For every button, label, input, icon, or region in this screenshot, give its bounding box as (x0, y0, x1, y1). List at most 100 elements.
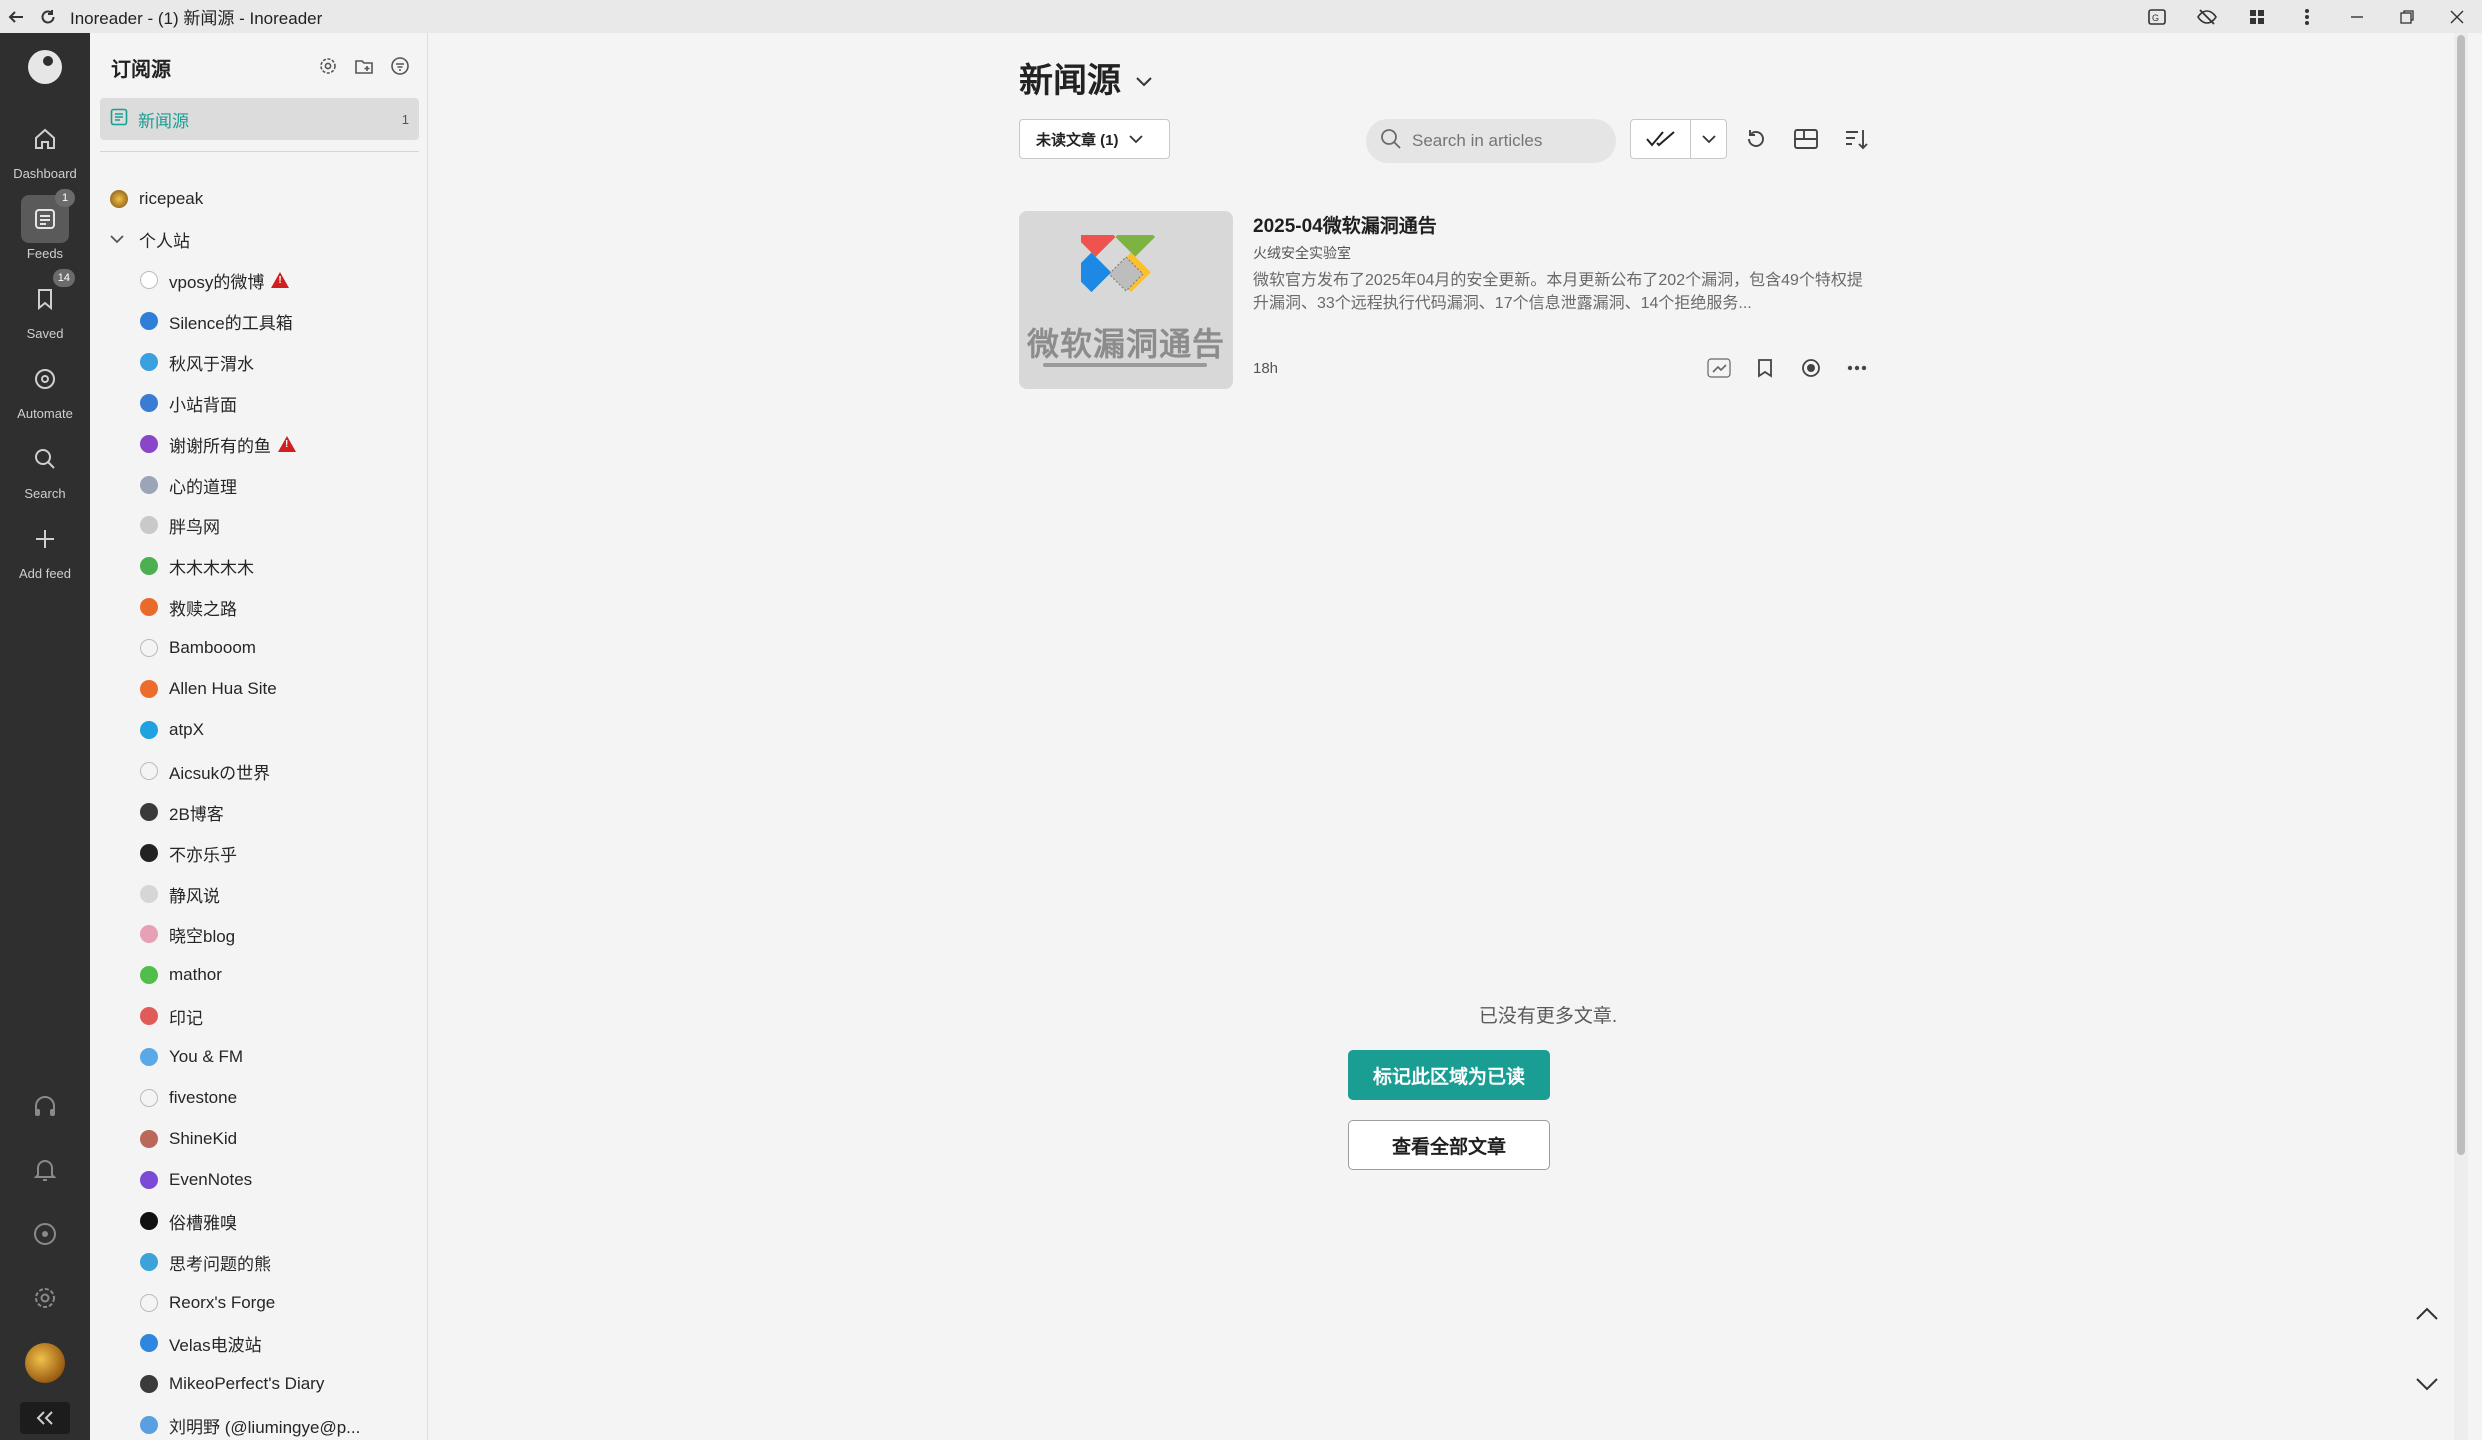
filter-icon[interactable] (387, 53, 413, 79)
close-icon[interactable] (2432, 0, 2482, 33)
chevron-down-icon[interactable] (1135, 58, 1153, 97)
sidebar-feed-item[interactable]: 俗槽雅嗅 (90, 1201, 428, 1241)
sidebar-feed-item[interactable]: ShineKid (90, 1119, 428, 1159)
chevron-down-icon[interactable] (110, 234, 128, 244)
more-vertical-icon[interactable] (2282, 0, 2332, 33)
mark-section-read-button[interactable]: 标记此区域为已读 (1348, 1050, 1550, 1100)
settings-icon[interactable] (315, 53, 341, 79)
sidebar-feed-item[interactable]: 静风说 (90, 874, 428, 914)
bookmark-icon[interactable] (1747, 353, 1783, 383)
sidebar-feed-item[interactable]: vposy的微博 (90, 260, 428, 300)
rail-label: Dashboard (13, 166, 77, 181)
sidebar-feed-item[interactable]: 秋风于渭水 (90, 342, 428, 382)
bookmark-icon: 14 (21, 269, 75, 323)
scrollbar-thumb[interactable] (2457, 35, 2465, 1155)
avatar[interactable] (25, 1343, 65, 1383)
view-layout-icon[interactable] (1786, 119, 1826, 159)
rail-label: Automate (17, 406, 73, 421)
sidebar-feed-item[interactable]: Aicsukの世界 (90, 751, 428, 791)
divider (100, 151, 419, 152)
reload-icon[interactable] (32, 0, 64, 33)
sidebar-feed-item[interactable]: mathor (90, 955, 428, 995)
sidebar-feed-item[interactable]: 救赎之路 (90, 587, 428, 627)
rail-dashboard[interactable]: Dashboard (0, 115, 90, 181)
sidebar-feed-item[interactable]: 木木木木木 (90, 546, 428, 586)
feed-name: 救赎之路 (169, 599, 237, 619)
article-title[interactable]: 2025-04微软漏洞通告 (1253, 211, 1437, 238)
sidebar-feed-item[interactable]: Allen Hua Site (90, 669, 428, 709)
headphones-icon[interactable] (0, 1093, 90, 1119)
sidebar-feed-item[interactable]: EvenNotes (90, 1160, 428, 1200)
refresh-icon[interactable] (1736, 119, 1776, 159)
sidebar-feed-item[interactable]: 心的道理 (90, 465, 428, 505)
sidebar-feed-item[interactable]: 小站背面 (90, 383, 428, 423)
feed-name: 2B博客 (169, 804, 224, 824)
article-thumbnail[interactable]: 微软漏洞通告 (1019, 211, 1233, 389)
back-icon[interactable] (0, 0, 32, 33)
article-search[interactable] (1366, 119, 1616, 163)
view-all-articles-button[interactable]: 查看全部文章 (1348, 1120, 1550, 1170)
sidebar-feed-item[interactable]: 思考问题的熊 (90, 1242, 428, 1282)
sidebar-feed-item[interactable]: atpX (90, 710, 428, 750)
collapse-sidebar-button[interactable] (20, 1402, 70, 1434)
sidebar-feed-item[interactable]: Silence的工具箱 (90, 301, 428, 341)
sidebar-feed-item[interactable]: Velas电波站 (90, 1323, 428, 1363)
sidebar-feed-item[interactable]: 刘明野 (@liumingye@p... (90, 1405, 428, 1440)
feed-name: You & FM (169, 1047, 244, 1066)
sidebar-feed-item[interactable]: Reorx's Forge (90, 1283, 428, 1323)
sort-icon[interactable] (1836, 119, 1876, 159)
search-input[interactable] (1412, 131, 1592, 151)
sidebar-feed-item[interactable]: You & FM (90, 1037, 428, 1077)
translate-icon[interactable]: G (2132, 0, 2182, 33)
feed-name: 静风说 (169, 886, 220, 906)
sidebar-feed-item[interactable]: 谢谢所有的鱼 (90, 424, 428, 464)
bell-icon[interactable] (0, 1157, 90, 1183)
article-time: 18h (1253, 360, 1279, 377)
feed-name: Aicsukの世界 (169, 763, 271, 783)
scroll-up-button[interactable] (2398, 1285, 2456, 1343)
user-avatar[interactable] (0, 1343, 90, 1383)
sidebar-feed-item[interactable]: 胖鸟网 (90, 505, 428, 545)
extensions-icon[interactable] (2232, 0, 2282, 33)
sidebar-feed-item[interactable]: 不亦乐乎 (90, 833, 428, 873)
unread-filter-dropdown[interactable]: 未读文章 (1) (1019, 119, 1170, 159)
rail-label: Add feed (18, 566, 72, 581)
sidebar-feed-item[interactable]: 印记 (90, 996, 428, 1036)
rail-label: Feeds (26, 246, 64, 261)
double-check-icon (1645, 131, 1675, 147)
eye-off-icon[interactable] (2182, 0, 2232, 33)
rail-automate[interactable]: Automate (0, 355, 90, 421)
settings-icon[interactable] (0, 1285, 90, 1311)
scroll-down-button[interactable] (2398, 1355, 2456, 1413)
mark-all-read-button[interactable] (1631, 120, 1691, 158)
add-folder-icon[interactable] (351, 53, 377, 79)
feed-name: 胖鸟网 (169, 517, 220, 537)
sidebar-feed-item[interactable]: Bambooom (90, 628, 428, 668)
feed-favicon-icon (140, 271, 158, 289)
share-icon[interactable] (1701, 353, 1737, 383)
nav-rail: Dashboard 1 Feeds 14 Saved Automate Sear… (0, 33, 90, 1440)
inoreader-logo[interactable] (28, 50, 62, 84)
more-horizontal-icon[interactable] (1839, 353, 1875, 383)
mark-read-icon[interactable] (1793, 353, 1829, 383)
scrollbar[interactable] (2454, 33, 2468, 1440)
restore-icon[interactable] (2382, 0, 2432, 33)
compass-icon[interactable] (0, 1221, 90, 1247)
article-card[interactable]: 微软漏洞通告 2025-04微软漏洞通告 火绒安全实验室 微软官方发布了2025… (1019, 211, 1875, 391)
sidebar-feed-item[interactable]: 2B博客 (90, 792, 428, 832)
sidebar-item-ricepeak[interactable]: ricepeak (90, 179, 428, 219)
folder-personal-sites[interactable]: 个人站 (90, 219, 428, 259)
page-title[interactable]: 新闻源 (1019, 53, 1153, 102)
sidebar-feed-item[interactable]: MikeoPerfect's Diary (90, 1364, 428, 1404)
rail-saved[interactable]: 14 Saved (0, 269, 90, 341)
mark-read-options-button[interactable] (1691, 120, 1726, 158)
sidebar-feed-item[interactable]: 晓空blog (90, 914, 428, 954)
minimize-icon[interactable] (2332, 0, 2382, 33)
sidebar-item-all-feeds[interactable]: 新闻源 1 (100, 98, 419, 140)
article-source[interactable]: 火绒安全实验室 (1253, 243, 1351, 263)
rail-search[interactable]: Search (0, 435, 90, 501)
feed-favicon-icon (140, 966, 158, 984)
rail-feeds[interactable]: 1 Feeds (0, 189, 90, 261)
sidebar-feed-item[interactable]: fivestone (90, 1078, 428, 1118)
rail-add-feed[interactable]: Add feed (0, 515, 90, 581)
